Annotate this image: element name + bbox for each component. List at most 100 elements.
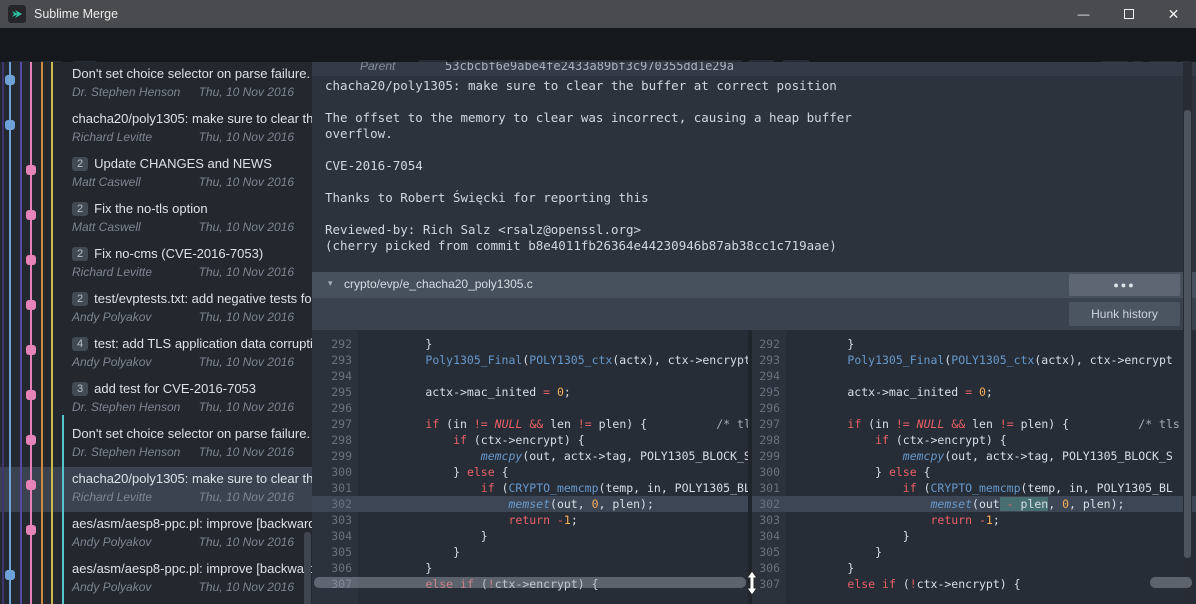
code-text: if (CRYPTO_memcmp(temp, in, POLY1305_BL — [358, 480, 748, 496]
line-number: 298 — [752, 432, 786, 448]
commit-message: chacha20/poly1305: make sure to clear th… — [325, 78, 852, 254]
line-number: 292 — [752, 336, 786, 352]
commit-author: Andy Polyakov — [72, 310, 151, 324]
line-number: 302 — [752, 496, 786, 512]
commit-row[interactable]: chacha20/poly1305: make sure to clear th… — [0, 107, 312, 152]
code-text: Poly1305_Final(POLY1305_ctx(actx), ctx->… — [358, 352, 748, 368]
commit-row[interactable]: 2test/evptests.txt: add negative tests f… — [0, 287, 312, 332]
diff-line[interactable]: 301 if (CRYPTO_memcmp(temp, in, POLY1305… — [752, 480, 1196, 496]
diff-line[interactable]: 304 } — [752, 528, 1196, 544]
diff-line[interactable]: 294 — [312, 368, 748, 384]
code-text: if (ctx->encrypt) { — [786, 432, 1196, 448]
commit-date: Thu, 10 Nov 2016 — [199, 489, 294, 505]
line-number: 296 — [312, 400, 358, 416]
parent-hash[interactable]: 53cbcbf6e9abe4fe2433a89bf3c970355dd1e29a — [445, 62, 734, 73]
code-text — [786, 368, 1196, 384]
diff-line[interactable]: 306 } — [752, 560, 1196, 576]
diff-line[interactable]: 297 if (in != NULL && len != plen) { /* … — [752, 416, 1196, 432]
diff-line[interactable]: 293 Poly1305_Final(POLY1305_ctx(actx), c… — [752, 352, 1196, 368]
hunk-history-button[interactable]: Hunk history — [1069, 302, 1180, 326]
commit-date: Thu, 10 Nov 2016 — [199, 309, 294, 325]
diff-line[interactable]: 296 — [312, 400, 748, 416]
window-controls: — ✕ — [1061, 0, 1196, 28]
commit-row[interactable]: 4 test: add TLS application data corrupti… — [0, 332, 312, 377]
code-text: if (ctx->encrypt) { — [358, 432, 748, 448]
code-text: return -1; — [358, 512, 748, 528]
commit-count-badge: 3 — [72, 382, 88, 396]
sidebar-scrollbar[interactable] — [304, 532, 311, 604]
diff-line[interactable]: 306 } — [312, 560, 748, 576]
commit-title-line: aes/asm/aesp8-ppc.pl: improve [backward] — [72, 515, 312, 532]
code-text: memcpy(out, actx->tag, POLY1305_BLOCK_S — [786, 448, 1196, 464]
line-number: 303 — [312, 512, 358, 528]
line-number: 306 — [752, 560, 786, 576]
commit-title-line: aes/asm/aesp8-ppc.pl: improve [backward] — [72, 560, 312, 577]
titlebar: Sublime Merge — ✕ — [0, 0, 1196, 28]
file-header[interactable]: ▾ crypto/evp/e_chacha20_poly1305.c ●●● — [312, 272, 1196, 298]
line-number: 304 — [752, 528, 786, 544]
diff-line[interactable]: 292 } — [312, 336, 748, 352]
diff-line[interactable]: 303 return -1; — [312, 512, 748, 528]
line-number: 304 — [312, 528, 358, 544]
commit-graph-dot — [26, 435, 36, 445]
commit-title: test: add TLS application data corruptio — [94, 336, 312, 351]
right-pane-horizontal-scrollbar[interactable] — [1150, 577, 1192, 588]
commit-date: Thu, 10 Nov 2016 — [199, 534, 294, 550]
file-more-button[interactable]: ●●● — [1069, 274, 1180, 296]
left-pane-horizontal-scrollbar[interactable] — [314, 577, 746, 588]
diff-line[interactable]: 300 } else { — [752, 464, 1196, 480]
commit-row[interactable]: Don't set choice selector on parse failu… — [0, 62, 312, 107]
diff-line[interactable]: 304 } — [312, 528, 748, 544]
diff-line[interactable]: 301 if (CRYPTO_memcmp(temp, in, POLY1305… — [312, 480, 748, 496]
diff-line[interactable]: 292 } — [752, 336, 1196, 352]
diff-line[interactable]: 295 actx->mac_inited = 0; — [312, 384, 748, 400]
line-number: 299 — [312, 448, 358, 464]
main-vertical-scrollbar-thumb[interactable] — [1184, 110, 1191, 558]
commit-author: Richard Levitte — [72, 265, 152, 279]
maximize-button[interactable] — [1106, 0, 1151, 28]
diff-line[interactable]: 303 return -1; — [752, 512, 1196, 528]
code-text: } — [358, 528, 748, 544]
diff-line[interactable]: 305 } — [752, 544, 1196, 560]
commit-title: add test for CVE-2016-7053 — [94, 381, 256, 396]
commit-row[interactable]: 2Fix no-cms (CVE-2016-7053)Richard Levit… — [0, 242, 312, 287]
commit-row[interactable]: Don't set choice selector on parse failu… — [0, 422, 312, 467]
commit-row[interactable]: chacha20/poly1305: make sure to clear th… — [0, 467, 312, 512]
close-button[interactable]: ✕ — [1151, 0, 1196, 28]
commit-title-line: 2test/evptests.txt: add negative tests f… — [72, 290, 312, 307]
diff-line[interactable]: 299 memcpy(out, actx->tag, POLY1305_BLOC… — [752, 448, 1196, 464]
commit-title-line: chacha20/poly1305: make sure to clear th… — [72, 110, 312, 127]
commit-graph-dot — [26, 255, 36, 265]
commit-meta: Matt CaswellThu, 10 Nov 2016 — [72, 219, 312, 235]
diff-line[interactable]: 299 memcpy(out, actx->tag, POLY1305_BLOC… — [312, 448, 748, 464]
commit-meta: Matt CaswellThu, 10 Nov 2016 — [72, 174, 312, 190]
commit-count-badge: 4 — [72, 337, 88, 351]
diff-line[interactable]: 295 actx->mac_inited = 0; — [752, 384, 1196, 400]
commit-author: Dr. Stephen Henson — [72, 400, 180, 414]
diff-line[interactable]: 302 memset(out - plen, 0, plen); — [752, 496, 1196, 512]
diff-line[interactable]: 298 if (ctx->encrypt) { — [752, 432, 1196, 448]
diff-line[interactable]: 294 — [752, 368, 1196, 384]
code-text: return -1; — [786, 512, 1196, 528]
commit-author: Richard Levitte — [72, 490, 152, 504]
commit-row[interactable]: aes/asm/aesp8-ppc.pl: improve [backward]… — [0, 512, 312, 557]
commit-row[interactable]: 2Fix the no-tls optionMatt CaswellThu, 1… — [0, 197, 312, 242]
commit-title-line: Don't set choice selector on parse failu… — [72, 65, 312, 82]
diff-line[interactable]: 302 memset(out, 0, plen); — [312, 496, 748, 512]
diff-line[interactable]: 293 Poly1305_Final(POLY1305_ctx(actx), c… — [312, 352, 748, 368]
collapse-triangle-icon[interactable]: ▾ — [328, 278, 333, 289]
diff-line[interactable]: 307 else if (!ctx->encrypt) { — [752, 576, 1196, 592]
line-number: 292 — [312, 336, 358, 352]
commit-date: Thu, 10 Nov 2016 — [199, 129, 294, 145]
diff-line[interactable]: 298 if (ctx->encrypt) { — [312, 432, 748, 448]
diff-line[interactable]: 297 if (in != NULL && len != plen) { /* … — [312, 416, 748, 432]
commit-graph-dot — [26, 525, 36, 535]
diff-line[interactable]: 300 } else { — [312, 464, 748, 480]
diff-line[interactable]: 305 } — [312, 544, 748, 560]
commit-date: Thu, 10 Nov 2016 — [199, 219, 294, 235]
commit-row[interactable]: aes/asm/aesp8-ppc.pl: improve [backward]… — [0, 557, 312, 602]
diff-line[interactable]: 296 — [752, 400, 1196, 416]
commit-row[interactable]: 2Update CHANGES and NEWSMatt CaswellThu,… — [0, 152, 312, 197]
commit-row[interactable]: 3 add test for CVE-2016-7053 Dr. Stephen H… — [0, 377, 312, 422]
minimize-button[interactable]: — — [1061, 0, 1106, 28]
